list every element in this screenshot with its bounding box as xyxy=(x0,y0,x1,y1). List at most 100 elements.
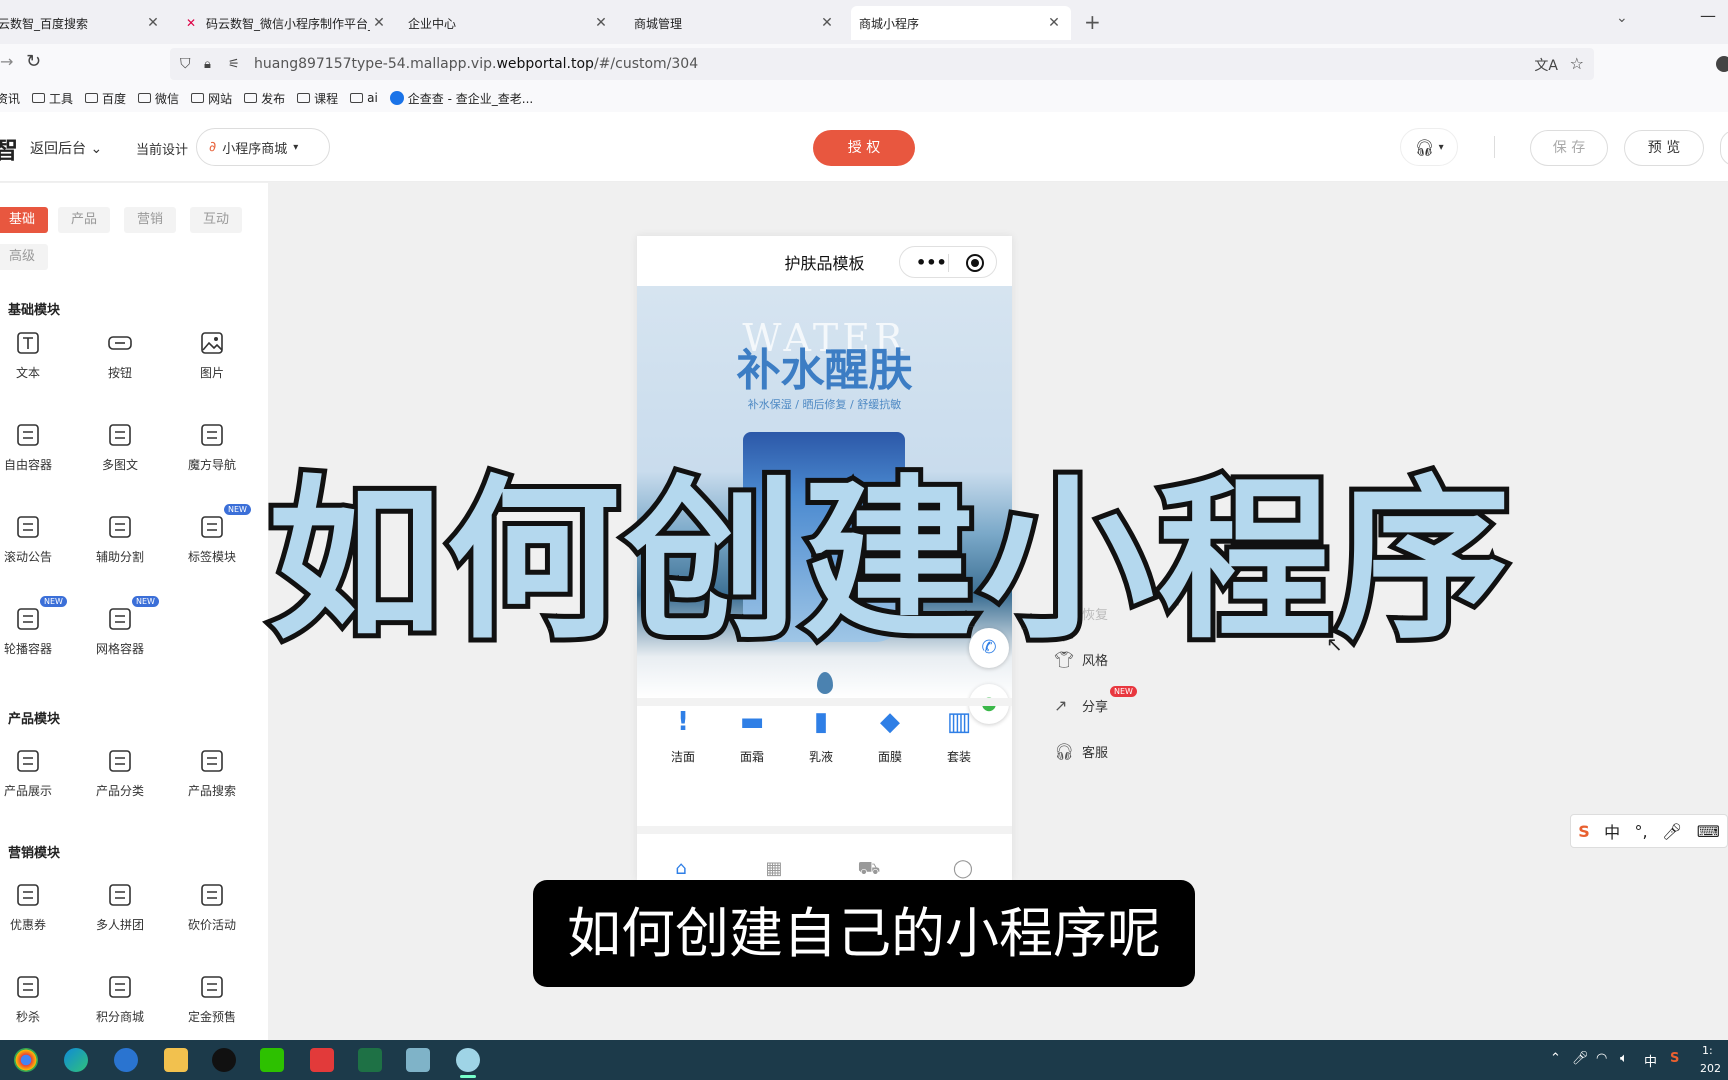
category-item[interactable]: ! 洁面 xyxy=(653,706,713,765)
close-icon[interactable]: ✕ xyxy=(592,15,610,31)
component-tag[interactable]: 标签模块 NEW xyxy=(172,504,252,584)
new-tab-button[interactable]: + xyxy=(1084,10,1101,34)
notes-icon[interactable] xyxy=(406,1048,430,1072)
more-button[interactable] xyxy=(1720,130,1728,166)
bookmark-folder[interactable]: 课程 xyxy=(297,90,338,107)
component-product-category[interactable]: 产品分类 xyxy=(80,748,160,818)
chrome-icon[interactable] xyxy=(14,1048,38,1072)
edge-icon[interactable] xyxy=(64,1048,88,1072)
speaker-icon[interactable]: 🔈︎ xyxy=(1620,1051,1628,1066)
bookmark-folder[interactable]: 发布 xyxy=(244,90,285,107)
component-carousel[interactable]: 轮播容器 NEW xyxy=(0,596,68,676)
wifi-icon[interactable]: ◠ xyxy=(1596,1051,1607,1066)
component-image[interactable]: 图片 xyxy=(172,330,252,400)
category-icon[interactable]: ▦ xyxy=(754,858,794,879)
close-target-icon[interactable] xyxy=(966,254,984,272)
component-product-display[interactable]: 产品展示 xyxy=(0,748,68,818)
component-group-buy[interactable]: 多人拼团 xyxy=(80,882,160,952)
wechat-icon[interactable] xyxy=(260,1048,284,1072)
microphone-icon[interactable]: 🎤︎ xyxy=(1662,822,1682,841)
back-to-admin-button[interactable]: 返回后台 ⌄ xyxy=(30,138,102,158)
forward-icon[interactable]: → xyxy=(0,52,13,71)
ime-punct[interactable]: °, xyxy=(1635,822,1648,841)
chevron-up-icon[interactable]: ⌃ xyxy=(1550,1051,1561,1066)
component-free-container[interactable]: 自由容器 xyxy=(0,422,68,492)
tab-mall-miniapp[interactable]: 商城小程序 ✕ xyxy=(851,6,1071,40)
category-item[interactable]: ▮ 乳液 xyxy=(791,706,851,765)
category-item[interactable]: ◆ 面膜 xyxy=(860,706,920,765)
tab-product[interactable]: 产品 xyxy=(58,207,110,233)
component-divider[interactable]: 辅助分割 xyxy=(80,514,160,584)
tab-advanced[interactable]: 高级 xyxy=(0,244,48,270)
category-item[interactable]: ▬ 面霜 xyxy=(722,706,782,765)
preview-button[interactable]: 预 览 xyxy=(1624,130,1704,166)
close-icon[interactable]: ✕ xyxy=(1045,15,1063,31)
sogou-tray-icon[interactable]: S xyxy=(1670,1051,1679,1066)
tab-basic[interactable]: 基础 xyxy=(0,207,48,233)
translate-icon[interactable]: 文A xyxy=(1534,55,1558,75)
close-icon[interactable]: ✕ xyxy=(370,15,388,31)
component-notice[interactable]: 滚动公告 xyxy=(0,514,68,584)
component-grid[interactable]: 网格容器 NEW xyxy=(80,596,160,676)
sogou-logo-icon[interactable]: S xyxy=(1578,822,1590,841)
input-language[interactable]: 中 xyxy=(1644,1051,1657,1070)
star-icon[interactable]: ☆ xyxy=(1570,54,1584,73)
close-icon[interactable]: ✕ xyxy=(818,15,836,31)
support-button[interactable]: 🎧︎ ▾ xyxy=(1400,128,1458,166)
component-points-mall[interactable]: 积分商城 xyxy=(80,974,160,1040)
component-flash-sale[interactable]: 秒杀 xyxy=(0,974,68,1040)
authorize-button[interactable]: 授 权 xyxy=(813,130,915,166)
cart-icon[interactable]: ⛟ xyxy=(849,858,889,880)
bookmark-folder[interactable]: ai xyxy=(350,91,378,105)
keyboard-icon[interactable]: ⌨ xyxy=(1697,822,1720,841)
component-product-search[interactable]: 产品搜索 xyxy=(172,748,252,818)
microphone-icon[interactable]: 🎤︎ xyxy=(1572,1051,1589,1066)
tab-mayun[interactable]: ✕ 码云数智_微信小程序制作平台_ ✕ xyxy=(178,6,396,40)
component-coupon[interactable]: 优惠券 xyxy=(0,882,68,952)
service-item[interactable]: 🎧︎ 客服 xyxy=(1054,742,1108,761)
url-text[interactable]: huang897157type-54.mallapp.vip.webportal… xyxy=(254,56,698,72)
user-icon[interactable]: ◯ xyxy=(943,858,983,879)
clock-date[interactable]: 202 xyxy=(1700,1062,1721,1075)
tab-interaction[interactable]: 互动 xyxy=(190,207,242,233)
tab-baidu[interactable]: 云数智_百度搜索 ✕ xyxy=(0,6,170,40)
close-icon[interactable]: ✕ xyxy=(144,15,162,31)
design-select[interactable]: ∂ 小程序商城 ▾ xyxy=(196,128,330,166)
component-cube-nav[interactable]: 魔方导航 xyxy=(172,422,252,492)
category-item[interactable]: ▥ 套装 xyxy=(929,706,989,765)
bookmark-folder[interactable]: 微信 xyxy=(138,90,179,107)
tab-marketing[interactable]: 营销 xyxy=(124,207,176,233)
bookmark-qcc[interactable]: 企查查 - 查企业_查老... xyxy=(389,90,533,107)
component-multi-image[interactable]: 多图文 xyxy=(80,422,160,492)
app-icon[interactable] xyxy=(456,1048,480,1078)
qq-icon[interactable] xyxy=(212,1048,236,1072)
sogou-browser-icon[interactable] xyxy=(114,1048,138,1072)
component-text[interactable]: 文本 xyxy=(0,330,68,400)
lock-icon[interactable]: 🔒︎ xyxy=(204,57,222,72)
chevron-down-icon[interactable]: ⌄ xyxy=(1616,10,1628,26)
component-button[interactable]: 按钮 xyxy=(80,330,160,400)
extension-icon[interactable] xyxy=(1716,56,1728,72)
file-explorer-icon[interactable] xyxy=(164,1048,188,1072)
shield-icon[interactable]: ⛉ xyxy=(180,56,198,72)
bookmark-folder[interactable]: 网站 xyxy=(191,90,232,107)
share-item[interactable]: ↗ 分享 NEW xyxy=(1054,686,1137,715)
excel-icon[interactable] xyxy=(358,1048,382,1072)
permissions-icon[interactable]: ⚟ xyxy=(228,57,248,72)
clock-time[interactable]: 1: xyxy=(1702,1044,1713,1057)
bookmark-folder[interactable]: 工具 xyxy=(32,90,73,107)
more-icon[interactable]: ••• xyxy=(916,253,947,272)
home-icon[interactable]: ⌂ xyxy=(661,858,701,879)
ime-mode[interactable]: 中 xyxy=(1604,819,1620,843)
tab-enterprise[interactable]: 企业中心 ✕ xyxy=(400,6,618,40)
minimize-icon[interactable]: — xyxy=(1700,6,1716,25)
reload-icon[interactable]: ↻ xyxy=(26,51,41,72)
component-presale[interactable]: 定金预售 xyxy=(172,974,252,1040)
bookmark-folder[interactable]: 百度 xyxy=(85,90,126,107)
bookmark-item[interactable]: 资讯 xyxy=(0,90,20,107)
save-button[interactable]: 保 存 xyxy=(1530,130,1608,166)
tab-mall-admin[interactable]: 商城管理 ✕ xyxy=(626,6,844,40)
video-editor-icon[interactable] xyxy=(310,1048,334,1072)
url-bar[interactable]: ⛉ 🔒︎ ⚟ huang897157type-54.mallapp.vip.we… xyxy=(170,48,1594,80)
component-bargain[interactable]: 砍价活动 xyxy=(172,882,252,952)
